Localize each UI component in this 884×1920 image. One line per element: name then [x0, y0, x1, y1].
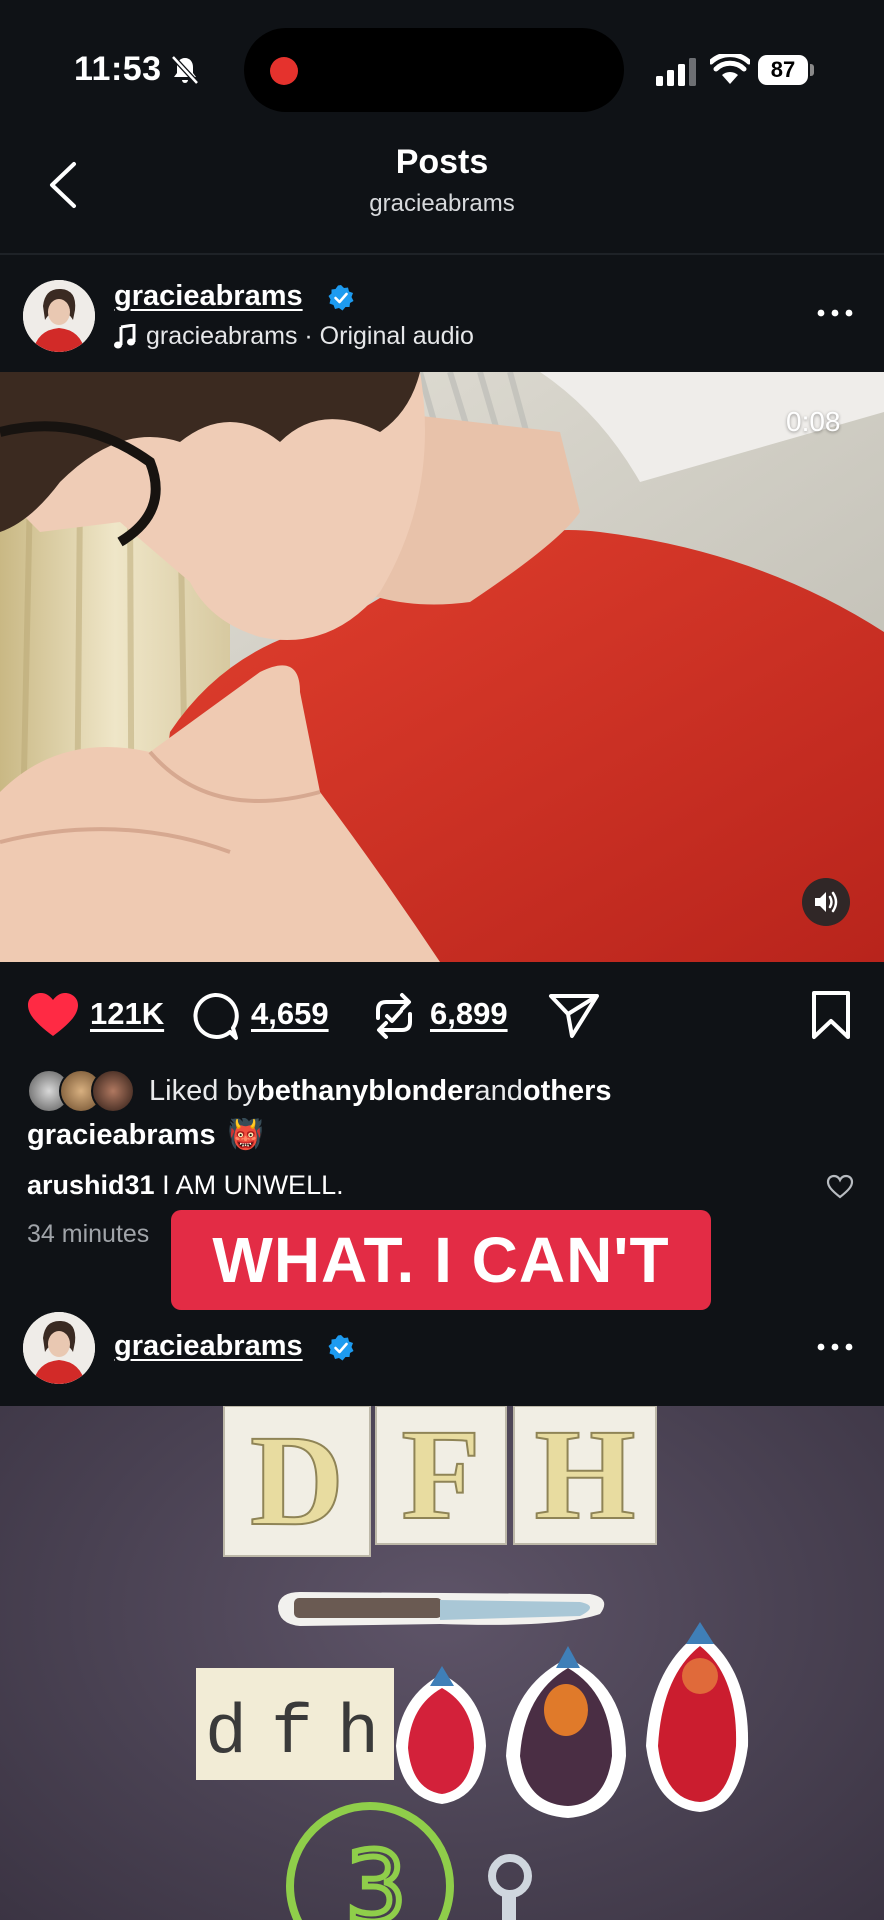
- share-send-icon[interactable]: [548, 990, 600, 1040]
- image-letter: D: [250, 1409, 344, 1553]
- post1-username[interactable]: gracieabrams: [114, 280, 303, 313]
- image-number: 3: [345, 1831, 406, 1920]
- wifi-icon: [710, 54, 750, 84]
- post2-avatar[interactable]: [23, 1312, 95, 1384]
- caption-text: 👹: [227, 1119, 264, 1151]
- strawberry-sticker: [506, 1646, 626, 1818]
- caption-row: gracieabrams 👹: [27, 1118, 264, 1152]
- post1-audio-label: gracieabrams · Original audio: [146, 322, 474, 350]
- strawberry-sticker: [646, 1622, 749, 1812]
- post1-more-options-icon[interactable]: [815, 306, 855, 320]
- comment-like-heart-icon[interactable]: [826, 1174, 854, 1200]
- key-sticker: [488, 1854, 532, 1920]
- liked-by-others[interactable]: others: [523, 1075, 612, 1108]
- like-count[interactable]: 121K: [90, 996, 164, 1032]
- post1-avatar[interactable]: [23, 280, 95, 352]
- battery-level: 87: [758, 55, 808, 85]
- liked-by-row[interactable]: Liked by bethanyblonder and others: [27, 1069, 612, 1113]
- page-title: Posts: [395, 143, 489, 181]
- post2-username[interactable]: gracieabrams: [114, 1330, 303, 1363]
- video-timer: 0:08: [786, 406, 841, 437]
- save-bookmark-icon[interactable]: [810, 990, 852, 1040]
- repost-icon[interactable]: [370, 990, 418, 1042]
- like-heart-icon[interactable]: [27, 992, 79, 1038]
- silent-bell-icon: [171, 55, 199, 85]
- header-divider: [0, 253, 884, 255]
- dynamic-island: [244, 28, 624, 112]
- liked-by-prefix: Liked by: [149, 1074, 258, 1107]
- battery-indicator: 87: [758, 55, 814, 85]
- music-note-icon: [114, 323, 136, 348]
- liker-avatar: [91, 1069, 135, 1113]
- recording-indicator-icon: [270, 57, 298, 85]
- image-small-letter: h: [337, 1695, 379, 1774]
- liked-by-and: and: [474, 1074, 523, 1107]
- repost-count[interactable]: 6,899: [430, 996, 508, 1032]
- post1-video[interactable]: [0, 372, 884, 962]
- verified-badge-icon: [328, 285, 354, 311]
- top-comment[interactable]: arushid31 I AM UNWELL.: [27, 1170, 344, 1201]
- overlay-caption-banner: WHAT. I CAN'T: [171, 1210, 711, 1310]
- comment-count[interactable]: 4,659: [251, 996, 329, 1032]
- post1-timestamp: 34 minutes: [27, 1220, 150, 1248]
- comment-text: I AM UNWELL.: [154, 1170, 344, 1200]
- status-time: 11:53: [74, 50, 162, 88]
- caption-username[interactable]: gracieabrams: [27, 1119, 216, 1152]
- knife-sticker: [278, 1592, 605, 1626]
- comment-username[interactable]: arushid31: [27, 1170, 155, 1200]
- post2-image[interactable]: D F H d f h 3: [0, 1406, 884, 1920]
- image-small-letter: f: [271, 1695, 313, 1774]
- liked-by-user[interactable]: bethanyblonder: [257, 1075, 475, 1108]
- image-letter: H: [534, 1406, 635, 1547]
- post2-more-options-icon[interactable]: [815, 1340, 855, 1354]
- strawberry-sticker: [396, 1666, 486, 1804]
- comment-icon[interactable]: [190, 992, 240, 1042]
- verified-badge-icon: [328, 1335, 354, 1361]
- image-small-letter: d: [205, 1695, 247, 1774]
- audio-toggle-icon[interactable]: [802, 878, 850, 926]
- page-subtitle[interactable]: gracieabrams: [0, 190, 884, 218]
- post1-audio-link[interactable]: gracieabrams · Original audio: [114, 322, 474, 351]
- image-letter: F: [401, 1406, 480, 1547]
- cellular-signal-icon: [656, 58, 696, 86]
